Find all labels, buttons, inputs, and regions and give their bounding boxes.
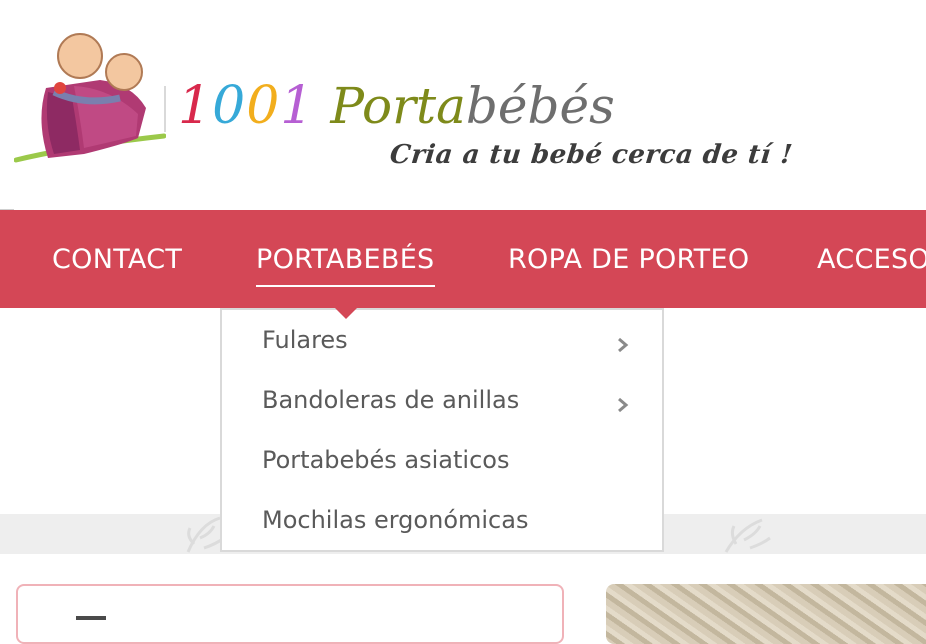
logo-wordmark: 1001 Portabébés <box>178 80 615 132</box>
dropdown-caret <box>335 308 357 319</box>
logo-digit: 0 <box>212 76 247 136</box>
leaf-decoration-icon <box>724 518 771 553</box>
logo-word: Portabébés <box>330 77 614 135</box>
logo-digit: 1 <box>178 76 213 136</box>
dropdown-item-mochilas-ergonomicas[interactable]: Mochilas ergonómicas <box>262 502 642 542</box>
nav-item-contact[interactable]: CONTACT <box>52 244 182 275</box>
logo-word-part2: bébés <box>465 77 615 135</box>
dropdown-item-label: Fulares <box>262 326 348 354</box>
nav-item-portabebes[interactable]: PORTABEBÉS <box>256 244 435 287</box>
babywearing-parent-logo-icon <box>13 33 167 163</box>
nav-item-ropa-de-porteo[interactable]: ROPA DE PORTEO <box>508 244 749 275</box>
dropdown-item-fulares[interactable]: Fulares <box>262 322 642 362</box>
hamburger-menu-icon[interactable] <box>76 616 106 620</box>
site-logo-link[interactable] <box>13 28 167 172</box>
main-navbar: CONTACT PORTABEBÉS ROPA DE PORTEO ACCESO <box>0 210 926 308</box>
dropdown-item-bandoleras-de-anillas[interactable]: Bandoleras de anillas <box>262 382 642 422</box>
content-card <box>16 584 564 644</box>
dropdown-item-label: Mochilas ergonómicas <box>262 506 529 534</box>
dropdown-item-label: Portabebés asiaticos <box>262 446 510 474</box>
logo-digit: 0 <box>246 76 281 136</box>
chevron-right-icon <box>618 337 629 353</box>
portabebes-dropdown-menu: Fulares Bandoleras de anillas Portabebés… <box>220 308 664 552</box>
logo-digit: 1 <box>280 76 315 136</box>
site-tagline: Cria a tu bebé cerca de tí ! <box>388 140 795 170</box>
logo-word-part1: Porta <box>330 77 466 135</box>
chevron-right-icon <box>618 397 629 413</box>
dropdown-item-portabebes-asiaticos[interactable]: Portabebés asiaticos <box>262 442 642 482</box>
site-header: 1001 Portabébés Cria a tu bebé cerca de t… <box>0 0 926 210</box>
dropdown-item-label: Bandoleras de anillas <box>262 386 520 414</box>
content-image <box>606 584 926 644</box>
nav-item-acceso[interactable]: ACCESO <box>817 244 926 275</box>
